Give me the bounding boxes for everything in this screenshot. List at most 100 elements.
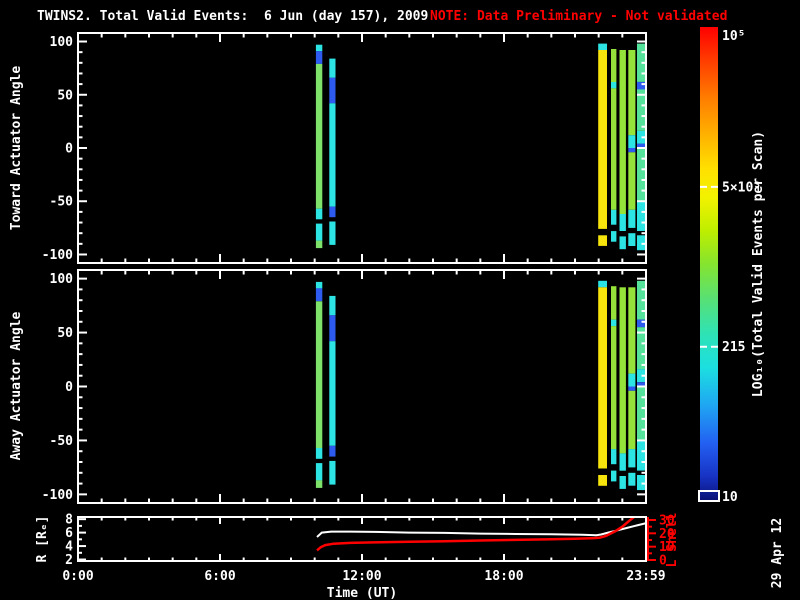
- colorbar-label: LOG₁₀(Total Valid Events per Scan): [751, 131, 766, 397]
- y-tick-label: -100: [42, 248, 73, 263]
- event-stripe-segment: [611, 286, 617, 320]
- event-stripe-segment: [329, 221, 336, 245]
- event-stripe-segment: [637, 201, 646, 231]
- event-stripe-segment: [619, 453, 626, 471]
- time-tick-label: 6:00: [204, 569, 235, 584]
- event-stripe-segment: [315, 240, 323, 249]
- toward-panel: [77, 32, 647, 264]
- event-stripe-segment: [329, 315, 336, 342]
- time-axis-label: Time (UT): [327, 586, 397, 600]
- plot-title: TWINS2. Total Valid Events: 6 Jun (day 1…: [37, 9, 428, 24]
- y-tick-label: 50: [57, 88, 73, 103]
- r-line: [316, 522, 645, 538]
- event-stripe-segment: [611, 49, 617, 82]
- colorbar: [700, 27, 718, 500]
- event-stripe-segment: [611, 319, 617, 327]
- event-stripe-segment: [637, 475, 646, 491]
- event-stripe-segment: [315, 51, 323, 64]
- event-stripe-segment: [611, 231, 617, 242]
- event-stripe-segment: [329, 206, 336, 218]
- event-stripe-segment: [329, 341, 336, 446]
- event-stripe-segment: [611, 209, 617, 225]
- event-stripe-segment: [628, 386, 636, 391]
- event-stripe-segment: [315, 301, 323, 448]
- event-stripe-segment: [315, 288, 323, 302]
- event-stripe-segment: [619, 287, 626, 454]
- y-tick-label: -100: [42, 488, 73, 503]
- event-stripe-segment: [637, 386, 646, 441]
- event-stripe-segment: [637, 440, 646, 471]
- y-tick-label: 100: [50, 35, 74, 50]
- event-stripe-segment: [329, 103, 336, 207]
- event-stripe-segment: [329, 77, 336, 104]
- event-stripe-segment: [619, 50, 626, 214]
- event-stripe-segment: [637, 319, 646, 328]
- y-tick-label: 0: [65, 380, 73, 395]
- orbit-panel: [77, 516, 656, 562]
- away-ylabel: Away Actuator Angle: [9, 311, 24, 460]
- event-stripe-segment: [628, 390, 636, 450]
- date-stamp: 29 Apr 12: [770, 518, 785, 588]
- time-tick-label: 23:59: [626, 569, 665, 584]
- event-stripe-segment: [628, 472, 636, 486]
- y-tick-label: 100: [50, 272, 74, 287]
- event-stripe-segment: [628, 449, 636, 468]
- colorbar-tick-label: 10: [722, 490, 738, 505]
- event-stripe-segment: [329, 460, 336, 485]
- orbit-lines: [316, 518, 645, 552]
- colorbar-tick-label: 10⁵: [722, 29, 745, 44]
- event-stripe-segment: [611, 470, 617, 482]
- time-tick-label: 0:00: [62, 569, 93, 584]
- generated-plot-elements: 100500-50-100100500-50-100864230201000:0…: [42, 27, 761, 584]
- event-stripe-segment: [619, 476, 626, 489]
- event-stripe-segment: [628, 373, 636, 387]
- event-stripe-segment: [315, 223, 323, 241]
- event-stripe-segment: [329, 295, 336, 316]
- event-stripe-segment: [628, 233, 636, 246]
- lshell-axis-label: L Shell: [665, 513, 680, 568]
- y-tick-label: 50: [57, 326, 73, 341]
- event-stripe-segment: [598, 287, 607, 469]
- away-frame: [77, 269, 647, 504]
- event-stripe-segment: [619, 214, 626, 231]
- event-stripe-segment: [611, 326, 617, 450]
- toward-frame: [77, 32, 647, 264]
- time-tick-label: 18:00: [484, 569, 523, 584]
- event-stripe-segment: [598, 50, 607, 229]
- colorbar-tick-label: 215: [722, 340, 745, 355]
- event-stripe-segment: [315, 448, 323, 459]
- event-stripe-segment: [315, 480, 323, 488]
- event-stripe-segment: [315, 44, 323, 52]
- toward-ylabel: Toward Actuator Angle: [9, 66, 24, 231]
- event-stripe-segment: [329, 445, 336, 457]
- event-stripe-segment: [619, 236, 626, 250]
- event-stripe-segment: [628, 209, 636, 228]
- plot-title-note: NOTE: Data Preliminary - Not validated: [430, 9, 727, 24]
- y-tick-label: 0: [65, 142, 73, 157]
- event-stripe-segment: [628, 148, 636, 153]
- event-stripe-segment: [315, 281, 323, 289]
- event-stripe-segment: [628, 287, 636, 374]
- event-stripe-segment: [628, 152, 636, 210]
- twins-quicklook-plot: 100 50 0 -50 -100 100 50 0 -50 -100 8 6 4 2 30 20 10 0 0:0…: [0, 0, 800, 600]
- event-stripe-segment: [598, 43, 607, 50]
- away-panel: [77, 269, 647, 504]
- event-stripe-segment: [637, 235, 646, 251]
- event-stripe-segment: [329, 58, 336, 78]
- time-tick-label: 12:00: [342, 569, 381, 584]
- event-stripe-segment: [628, 135, 636, 148]
- event-stripe-segment: [611, 82, 617, 89]
- event-stripe-segment: [628, 50, 636, 136]
- y-tick-label: -50: [50, 434, 74, 449]
- event-stripe-segment: [315, 208, 323, 220]
- event-stripe-segment: [611, 449, 617, 465]
- r-tick-label: 2: [65, 553, 73, 568]
- event-stripe-segment: [315, 63, 323, 209]
- event-stripe-segment: [637, 148, 646, 202]
- plot-canvas: 100500-50-100100500-50-100864230201000:0…: [9, 9, 785, 600]
- event-stripe-segment: [598, 235, 607, 246]
- y-tick-label: -50: [50, 195, 74, 210]
- event-stripe-segment: [598, 475, 607, 486]
- orbit-ylabel: R [Rₑ]: [35, 516, 50, 563]
- event-stripe-segment: [315, 463, 323, 481]
